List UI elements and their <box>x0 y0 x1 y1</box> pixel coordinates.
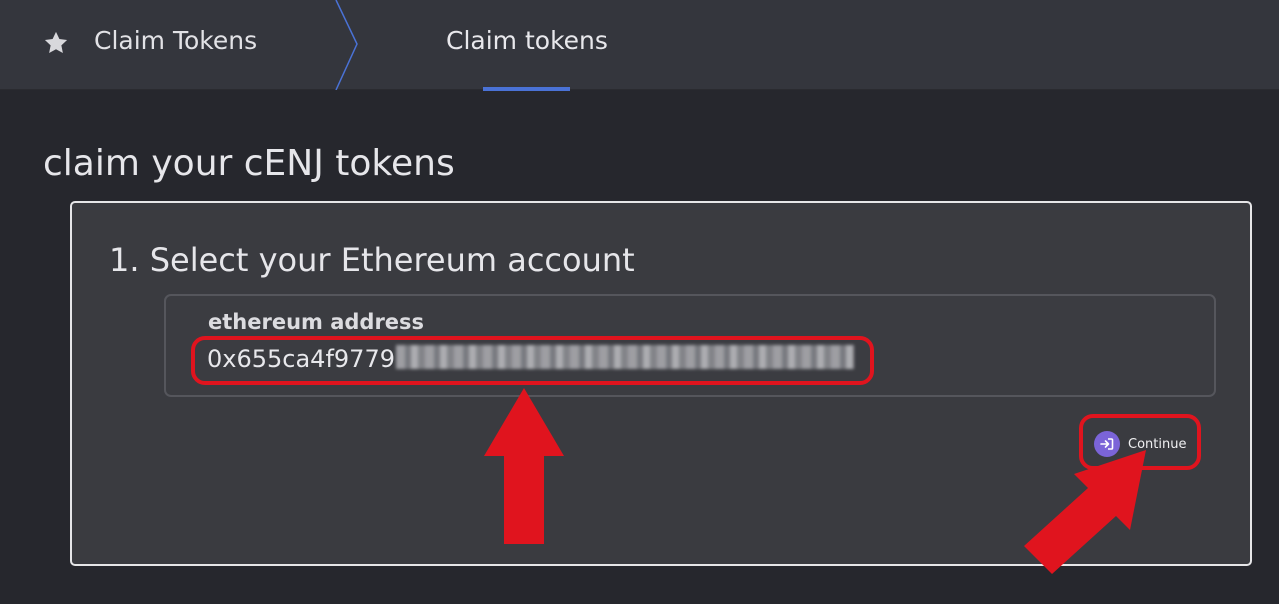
breadcrumb-home[interactable]: Claim Tokens <box>0 0 360 88</box>
tab-claim-tokens-label: Claim tokens <box>446 26 608 55</box>
annotation-arrow-diagonal <box>1024 450 1146 574</box>
annotation-arrow-up <box>484 388 564 544</box>
breadcrumb-separator <box>335 0 358 90</box>
top-navigation-bar: Claim Tokens Claim tokens <box>0 0 1279 91</box>
page-title: claim your cENJ tokens <box>43 143 455 184</box>
star-icon <box>44 31 68 54</box>
annotation-highlight-address <box>191 336 874 385</box>
breadcrumb-home-label: Claim Tokens <box>94 26 258 55</box>
active-tab-indicator <box>483 87 570 91</box>
tab-claim-tokens[interactable]: Claim tokens <box>420 0 635 91</box>
ethereum-address-label: ethereum address <box>208 310 425 334</box>
step-title: 1. Select your Ethereum account <box>109 241 635 279</box>
